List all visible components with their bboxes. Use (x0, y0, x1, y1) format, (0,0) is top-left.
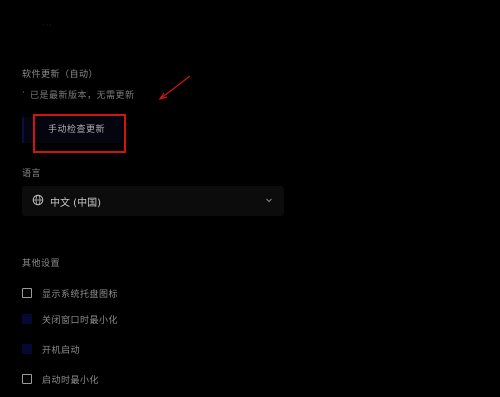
annotation-arrow-icon (158, 75, 191, 101)
update-description-bullet: · (22, 88, 25, 98)
chevron-down-icon (266, 198, 272, 203)
tray-icon-checkbox[interactable] (22, 288, 32, 298)
tray-icon-label: 显示系统托盘图标 (42, 289, 119, 300)
launch-at-startup-checkbox[interactable] (22, 344, 32, 354)
option-row-minimize-on-close[interactable]: 关闭窗口时最小化 (22, 312, 118, 326)
option-row-launch-at-startup[interactable]: 开机启动 (22, 342, 80, 356)
launch-at-startup-label: 开机启动 (42, 345, 81, 356)
other-settings-section-title: 其他设置 (22, 259, 61, 269)
start-minimized-checkbox[interactable] (22, 374, 32, 384)
option-row-tray-icon[interactable]: 显示系统托盘图标 (22, 286, 118, 300)
check-update-button[interactable]: 手动检查更新 (22, 117, 122, 143)
update-section-title: 软件更新（自动） (22, 70, 99, 80)
update-status-link[interactable]: 已是最新版本，无需更新 (30, 88, 135, 101)
option-row-start-minimized[interactable]: 启动时最小化 (22, 372, 99, 386)
globe-icon (32, 194, 44, 206)
language-select[interactable]: 中文 (中国) (22, 186, 284, 216)
language-section-title: 语言 (22, 169, 42, 179)
top-faint-label: ⋯ (42, 20, 52, 31)
minimize-on-close-label: 关闭窗口时最小化 (42, 315, 119, 326)
minimize-on-close-checkbox[interactable] (22, 314, 32, 324)
language-selected-value: 中文 (中国) (50, 198, 101, 209)
start-minimized-label: 启动时最小化 (42, 375, 100, 386)
